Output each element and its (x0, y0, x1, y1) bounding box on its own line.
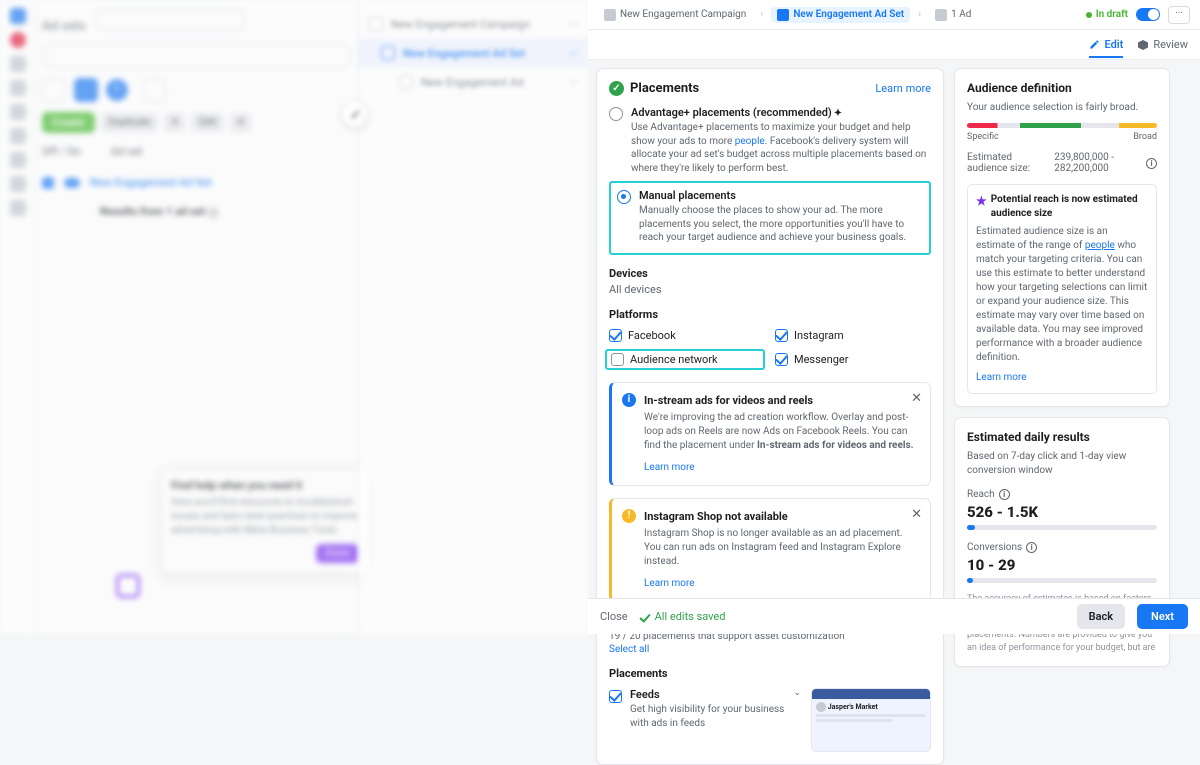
ad-sets-label: Ad sets (42, 19, 86, 34)
manual-placements-radio[interactable]: Manual placements Manually choose the pl… (617, 189, 923, 245)
breadcrumb-bar: New Engagement Campaign › New Engagement… (588, 0, 1200, 30)
radio-icon (617, 190, 631, 204)
select-all-link[interactable]: Select all (609, 644, 931, 655)
close-icon[interactable]: ✕ (911, 507, 922, 522)
reach-box-body: Estimated audience size is an estimate o… (976, 225, 1148, 365)
info-icon: i (622, 393, 636, 407)
crumb-ad[interactable]: 1 Ad (929, 7, 977, 23)
audience-spectrum (967, 123, 1157, 128)
daily-title: Estimated daily results (967, 430, 1157, 444)
people-link[interactable]: people (1085, 240, 1115, 251)
instream-body: We're improving the ad creation workflow… (644, 412, 914, 451)
platforms-label: Platforms (609, 308, 931, 321)
edits-saved-status: All edits saved (640, 610, 726, 623)
platform-messenger-checkbox[interactable]: Messenger (775, 349, 931, 370)
potential-reach-info-box: ★Potential reach is now estimated audien… (967, 184, 1157, 394)
ad-icon (935, 9, 947, 21)
daily-sub: Based on 7-day click and 1-day view conv… (967, 450, 1157, 477)
learn-more-link[interactable]: Learn more (875, 82, 931, 95)
instagram-shop-notice: ! Instagram Shop not available Instagram… (609, 498, 931, 602)
adset-icon (777, 9, 789, 21)
audience-definition-card: Audience definition Your audience select… (954, 68, 1170, 407)
pencil-icon (1089, 39, 1100, 50)
feeds-sub: Get high visibility for your business wi… (630, 703, 785, 730)
conversions-value: 10 - 29 (967, 556, 1157, 574)
crumb-adset[interactable]: New Engagement Ad Set (771, 7, 910, 23)
feed-preview: Jasper's Market (811, 688, 931, 752)
status-toggle[interactable] (1136, 8, 1160, 21)
info-icon[interactable]: i (999, 489, 1010, 500)
crumb-campaign[interactable]: New Engagement Campaign (598, 7, 752, 23)
checkbox-icon (609, 329, 622, 342)
advantage-desc: Use Advantage+ placements to maximize yo… (631, 121, 931, 175)
checkbox-icon (775, 353, 788, 366)
people-link[interactable]: people (735, 136, 765, 147)
feeds-placement-row[interactable]: Feeds Get high visibility for your busin… (609, 688, 931, 752)
tab-review[interactable]: Review (1137, 38, 1188, 51)
specific-label: Specific (967, 132, 999, 142)
manual-desc: Manually choose the places to show your … (639, 204, 923, 245)
feeds-title: Feeds (630, 688, 785, 701)
more-menu-button[interactable]: ··· (1168, 6, 1190, 24)
left-blurred-panel: Ad sets 1 Create Duplicate ▾ Edit ▾ Off … (0, 0, 358, 634)
sparkle-icon: ✦ (834, 108, 842, 119)
reach-box-title: Potential reach is now estimated audienc… (991, 193, 1148, 221)
chevron-right-icon: › (760, 9, 763, 20)
close-button[interactable]: Close (600, 610, 628, 623)
conversions-label: Conversionsi (967, 542, 1157, 553)
warning-icon: ! (622, 509, 636, 523)
footer-bar: Close All edits saved Back Next (588, 598, 1200, 634)
chevron-right-icon: › (918, 9, 921, 20)
draft-status: In draft (1086, 9, 1128, 20)
placements-card: ✓ Placements Learn more Advantage+ place… (596, 68, 944, 765)
platform-facebook-checkbox[interactable]: Facebook (609, 329, 765, 342)
right-content-area: New Engagement Campaign › New Engagement… (588, 0, 1200, 634)
devices-value: All devices (609, 283, 931, 296)
platform-audience-network-checkbox[interactable]: Audience network (611, 353, 759, 366)
audience-network-highlight: Audience network (605, 349, 765, 370)
chevron-down-icon[interactable]: ⌄ (793, 688, 801, 698)
checkbox-icon (775, 329, 788, 342)
next-button[interactable]: Next (1137, 604, 1188, 629)
star-icon: ★ (976, 193, 987, 210)
middle-structure-panel: New Engagement Campaign··· New Engagemen… (358, 0, 588, 634)
edit-review-tabs: Edit Review (588, 30, 1200, 60)
advantage-placements-radio[interactable]: Advantage+ placements (recommended)✦ Use… (609, 106, 931, 175)
radio-icon (609, 107, 623, 121)
check-icon (639, 611, 650, 622)
folder-icon (604, 9, 616, 21)
audience-title: Audience definition (967, 81, 1157, 95)
reach-value: 526 - 1.5K (967, 503, 1157, 521)
instream-learn-more-link[interactable]: Learn more (644, 461, 695, 475)
advantage-title: Advantage+ placements (recommended) (631, 106, 832, 119)
platform-instagram-checkbox[interactable]: Instagram (775, 329, 931, 342)
broad-label: Broad (1133, 132, 1157, 142)
back-button[interactable]: Back (1077, 604, 1125, 629)
check-circle-icon: ✓ (609, 81, 624, 96)
review-icon (1137, 39, 1149, 51)
reach-label: Reachi (967, 489, 1157, 500)
instream-notice: i In-stream ads for videos and reels We'… (609, 382, 931, 486)
placements-subheading: Placements (609, 667, 931, 680)
tab-edit[interactable]: Edit (1089, 38, 1123, 58)
reach-learn-more-link[interactable]: Learn more (976, 372, 1027, 383)
reach-bar (967, 525, 1157, 530)
checkbox-icon (609, 690, 622, 703)
manual-placements-highlight: Manual placements Manually choose the pl… (609, 181, 931, 255)
conversions-bar (967, 578, 1157, 583)
info-icon[interactable]: i (1026, 542, 1037, 553)
shop-learn-more-link[interactable]: Learn more (644, 577, 695, 591)
instream-title: In-stream ads for videos and reels (644, 393, 920, 408)
shop-body: Instagram Shop is no longer available as… (644, 528, 902, 567)
audience-selection-text: Your audience selection is fairly broad. (967, 101, 1157, 115)
close-icon[interactable]: ✕ (911, 391, 922, 406)
estimated-size-row: Estimated audience size: 239,800,000 - 2… (967, 152, 1157, 174)
shop-title: Instagram Shop not available (644, 509, 920, 524)
manual-title: Manual placements (639, 189, 923, 202)
info-icon[interactable]: i (1146, 158, 1157, 169)
checkbox-icon (611, 353, 624, 366)
devices-label: Devices (609, 267, 931, 280)
placements-heading: ✓ Placements (609, 81, 699, 96)
